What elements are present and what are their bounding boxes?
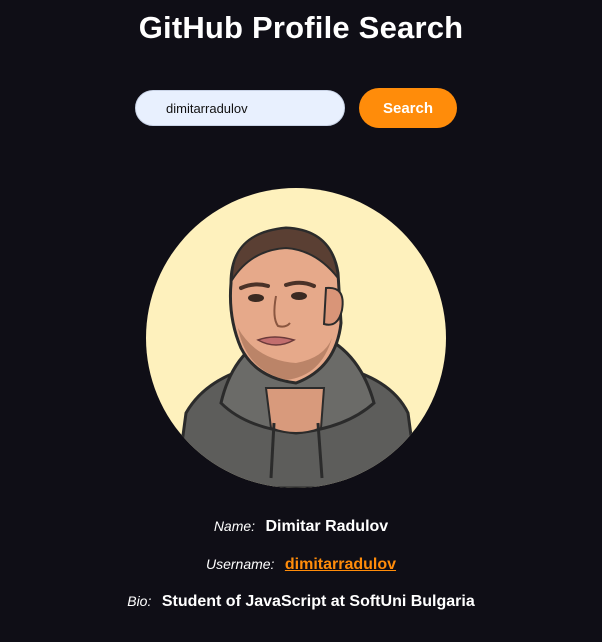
name-label: Name: (213, 518, 256, 534)
profile-bio: Student of JavaScript at SoftUni Bulgari… (161, 593, 475, 610)
search-form: Search (0, 88, 602, 128)
avatar-illustration (174, 226, 420, 488)
page-title: GitHub Profile Search (138, 10, 464, 45)
search-button[interactable]: Search (359, 88, 457, 128)
avatar (146, 188, 446, 488)
profile-username-row: Username: dimitarradulov (0, 556, 602, 574)
username-search-input[interactable] (135, 90, 345, 126)
profile-username-link[interactable]: dimitarradulov (285, 556, 396, 573)
bio-label: Bio: (127, 593, 152, 609)
profile-search-page: GitHub Profile Search Search (0, 0, 602, 642)
profile-name-row: Name: Dimitar Radulov (0, 518, 602, 536)
username-label: Username: (205, 556, 275, 572)
profile-bio-row: Bio: Student of JavaScript at SoftUni Bu… (0, 593, 602, 611)
profile-name: Dimitar Radulov (265, 518, 389, 535)
